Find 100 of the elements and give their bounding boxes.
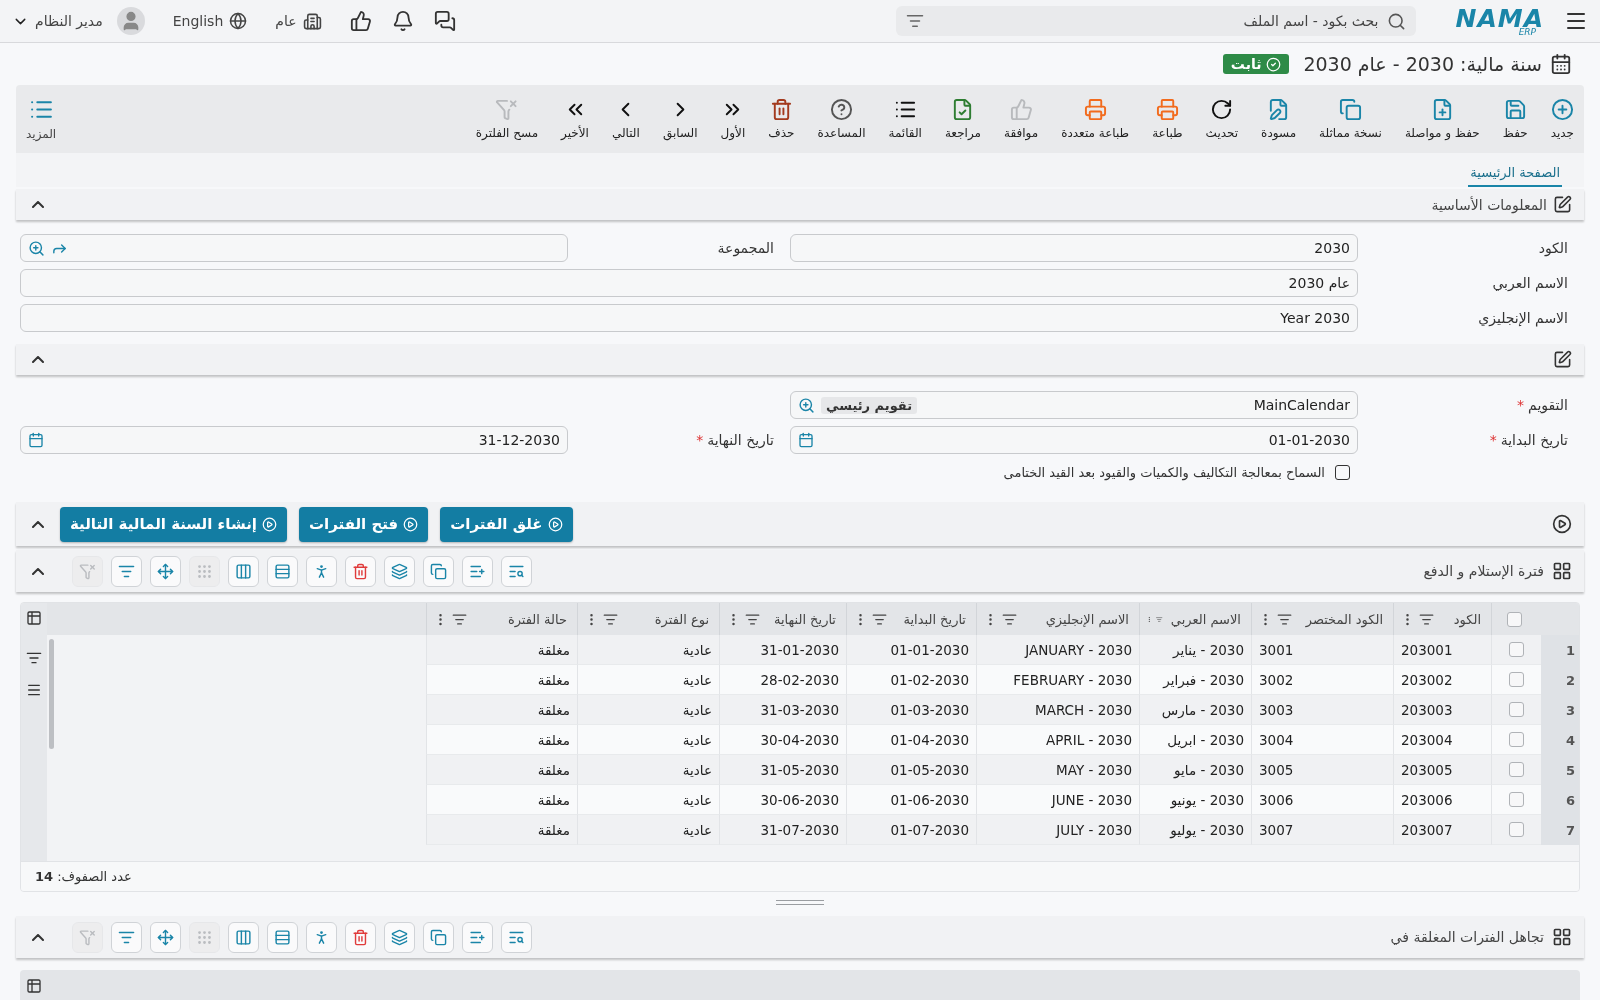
move-button[interactable] (150, 921, 181, 953)
collapse-button[interactable] (32, 567, 44, 575)
calendar-icon[interactable] (798, 432, 814, 448)
filter-icon[interactable] (26, 650, 42, 666)
columns-button[interactable] (228, 921, 259, 953)
toolbar-button[interactable]: مراجعة (944, 98, 981, 140)
field-input[interactable]: 01-01-2030 (820, 432, 1350, 448)
filter-icon[interactable] (1002, 611, 1017, 627)
checkbox[interactable] (1335, 465, 1350, 480)
move-button[interactable] (150, 555, 181, 587)
column-header[interactable]: تاريخ النهاية (719, 603, 846, 635)
person-button[interactable] (306, 555, 337, 587)
rows-button[interactable] (267, 921, 298, 953)
trash-button[interactable] (345, 921, 376, 953)
field-input[interactable]: MainCalendar (923, 397, 1350, 413)
filter-icon[interactable] (452, 611, 467, 627)
select-all-checkbox[interactable] (1507, 611, 1522, 627)
toolbar-button[interactable]: حذف (768, 98, 795, 140)
filter-button[interactable] (111, 921, 142, 953)
column-header[interactable]: نوع الفترة (577, 603, 719, 635)
copy-button[interactable] (423, 555, 454, 587)
code-field[interactable]: 2030 (790, 234, 1358, 262)
toolbar-button[interactable]: نسخة مماثلة (1319, 98, 1382, 140)
row-checkbox[interactable] (1509, 762, 1524, 777)
row-checkbox[interactable] (1509, 702, 1524, 717)
filter-icon[interactable] (603, 611, 618, 627)
toolbar-button[interactable]: جديد (1550, 98, 1574, 140)
row-checkbox[interactable] (1509, 792, 1524, 807)
collapse-button[interactable] (32, 520, 44, 528)
rows-button[interactable] (267, 555, 298, 587)
date-field[interactable]: 01-01-2030 (790, 426, 1358, 454)
layers-button[interactable] (384, 555, 415, 587)
action-button[interactable]: غلق الفترات (440, 506, 573, 542)
chat-button[interactable] (433, 10, 456, 32)
toolbar-button[interactable]: مسودة (1261, 98, 1297, 140)
tab[interactable]: الصفحة الرئيسية (1468, 161, 1562, 187)
row-checkbox[interactable] (1509, 822, 1524, 837)
notification-button[interactable] (391, 10, 414, 32)
search-field[interactable]: بحث بكود - اسم الملف (895, 6, 1416, 36)
filter-icon[interactable] (872, 611, 887, 627)
field-input[interactable]: Year 2030 (28, 310, 1350, 326)
splitter-handle[interactable] (776, 899, 824, 905)
english-name-field[interactable]: Year 2030 (20, 304, 1358, 332)
layers-button[interactable] (384, 921, 415, 953)
action-button[interactable]: إنشاء السنة المالية التالية (60, 506, 287, 542)
row-checkbox[interactable] (1509, 732, 1524, 747)
action-button[interactable]: فتح الفترات (298, 506, 429, 542)
table-icon[interactable] (26, 978, 42, 994)
column-header[interactable]: الكود (1393, 603, 1491, 635)
row-checkbox[interactable] (1509, 642, 1524, 657)
toolbar-button[interactable]: طباعة (1152, 98, 1183, 140)
search-input[interactable]: بحث بكود - اسم الملف (929, 12, 1381, 30)
toolbar-button[interactable]: القائمة (888, 98, 922, 140)
like-button[interactable] (349, 10, 372, 32)
column-header[interactable]: تاريخ البداية (846, 603, 976, 635)
filter-icon[interactable] (1277, 611, 1292, 627)
column-header[interactable]: حالة الفترة (426, 603, 577, 635)
scrollbar[interactable] (49, 639, 54, 749)
columns-button[interactable] (228, 555, 259, 587)
field-input[interactable]: عام 2030 (28, 275, 1350, 291)
zoom-in-icon[interactable] (28, 239, 45, 257)
field-input[interactable]: 31-12-2030 (50, 432, 560, 448)
collapse-button[interactable] (32, 201, 44, 208)
group-field[interactable] (20, 234, 568, 262)
toolbar-button[interactable]: التالي (611, 98, 640, 140)
avatar[interactable] (116, 7, 145, 35)
more-button[interactable]: المزيد (26, 97, 57, 141)
collapse-button[interactable] (32, 356, 44, 363)
search-list-button[interactable] (501, 555, 532, 587)
toolbar-button[interactable]: السابق (662, 98, 698, 140)
toolbar-button[interactable]: الأول (720, 98, 746, 140)
menu-icon[interactable] (26, 682, 42, 698)
trash-button[interactable] (345, 555, 376, 587)
branch-link[interactable]: عام (275, 13, 297, 29)
filter-button[interactable] (111, 555, 142, 587)
toolbar-button[interactable]: المساعدة (817, 98, 866, 140)
table-icon[interactable] (26, 610, 42, 626)
search-list-button[interactable] (501, 921, 532, 953)
column-header[interactable]: الاسم الإنجليزي (976, 603, 1139, 635)
calendar-icon[interactable] (28, 432, 44, 448)
toolbar-button[interactable]: حفظ و مواصلة (1404, 98, 1480, 140)
row-checkbox[interactable] (1509, 672, 1524, 687)
filter-icon[interactable] (905, 12, 924, 30)
filter-icon[interactable] (1419, 611, 1434, 627)
arabic-name-field[interactable]: عام 2030 (20, 269, 1358, 297)
toolbar-button[interactable]: حفظ (1502, 98, 1528, 140)
user-menu[interactable]: مدير النظام (35, 13, 103, 29)
person-button[interactable] (306, 921, 337, 953)
copy-button[interactable] (423, 921, 454, 953)
column-header[interactable]: الكود المختصر (1251, 603, 1393, 635)
column-header[interactable]: الاسم العربي (1139, 603, 1251, 635)
toolbar-button[interactable]: تحديث (1205, 98, 1239, 140)
zoom-in-icon[interactable] (798, 396, 815, 414)
list-plus-button[interactable] (462, 921, 493, 953)
date-field[interactable]: 31-12-2030 (20, 426, 568, 454)
toolbar-button[interactable]: الأخير (561, 98, 589, 140)
field-input[interactable]: 2030 (798, 240, 1350, 256)
collapse-button[interactable] (32, 933, 44, 941)
filter-icon[interactable] (745, 611, 760, 627)
language-link[interactable]: English (172, 13, 224, 29)
